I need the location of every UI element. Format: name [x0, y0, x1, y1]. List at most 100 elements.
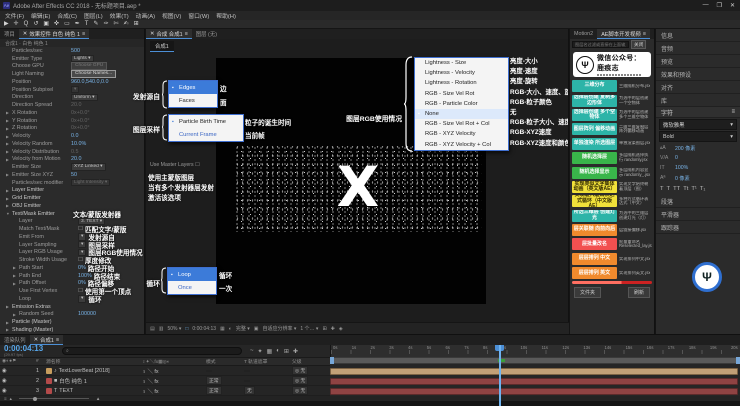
tool-icon[interactable]: ✜: [54, 20, 59, 28]
script-button[interactable]: 随机选择层: [572, 152, 617, 164]
current-time-display[interactable]: 0:00:04:13 (29.97 fps): [0, 345, 62, 357]
property-value[interactable]: Uniform ▾: [71, 94, 98, 102]
dropdown-option[interactable]: ▪ Loop: [168, 268, 216, 281]
effect-row[interactable]: ▶ Velocity from Motion 20.0: [0, 156, 144, 164]
folder-button[interactable]: 文件夹: [574, 287, 601, 298]
layer-row[interactable]: ◉ 1 ♪ TextLoverBeat [2018] ♀ ＼ fx ◎ 无: [0, 366, 330, 376]
horizontal-scrollbar[interactable]: [572, 281, 652, 284]
time-ruler[interactable]: 0s1s2s3s4s5s6s7s8s9s10s11s12s13s14s15s16…: [330, 345, 740, 357]
viewer-bar-item[interactable]: 50% ▾: [167, 326, 181, 332]
viewer-bar-item[interactable]: 1 个… ▾: [300, 325, 318, 332]
effect-row[interactable]: Choose GPU Choose GPU: [0, 63, 144, 71]
script-button[interactable]: 随机选择显示: [572, 167, 617, 179]
tab-effect-controls[interactable]: ✕ 效果控件 白色 纯色 1 ≡: [19, 29, 89, 39]
dock-panel-tab[interactable]: 跟踪器: [656, 221, 740, 234]
script-button[interactable]: 层层排列 中文: [572, 253, 617, 265]
dock-panel-tab[interactable]: 音频: [656, 42, 740, 55]
tab-project[interactable]: 项目: [0, 29, 19, 39]
property-value[interactable]: ☐: [78, 226, 83, 232]
maximize-button[interactable]: ❐: [717, 2, 722, 9]
panel-menu-icon[interactable]: ≡: [643, 31, 646, 37]
effect-row[interactable]: ▶ OBJ Emitter: [0, 202, 144, 210]
dock-panel-tab[interactable]: 预览: [656, 55, 740, 68]
style-toggle[interactable]: T: [660, 186, 664, 192]
style-toggle[interactable]: TT: [673, 186, 680, 192]
col-mode[interactable]: 模式: [204, 358, 242, 365]
menu-option[interactable]: RGB - XYZ Velocity + Col: [415, 140, 508, 150]
character-setting-row[interactable]: 🗚 200 像素: [656, 143, 740, 153]
character-setting-value[interactable]: 100%: [675, 165, 688, 171]
layer-name[interactable]: TEXT: [59, 388, 73, 394]
menu-option[interactable]: Lightness - Rotation: [415, 78, 508, 88]
tool-icon[interactable]: ↺: [33, 20, 38, 28]
character-setting-row[interactable]: V/A 0: [656, 153, 740, 163]
script-button[interactable]: 选择层创建 复制多边形体: [572, 95, 617, 107]
playhead[interactable]: [499, 345, 501, 406]
character-setting-value[interactable]: 200 像素: [675, 145, 695, 152]
effect-row[interactable]: Use First Vertex ☐ 使用第一个顶点: [0, 287, 144, 295]
effect-row[interactable]: Emitter Type Lights ▾: [0, 55, 144, 63]
timeline-toggle-icon[interactable]: ✚: [293, 348, 298, 355]
menu-option[interactable]: RGB - Size Vel Rot + Col: [415, 119, 508, 129]
layer-duration-bar[interactable]: [330, 388, 738, 395]
effect-row[interactable]: Particles/sec 500: [0, 47, 144, 55]
layer-name-cell[interactable]: ■ 白色 纯色 1: [44, 377, 140, 385]
property-value[interactable]: 960.0,540.0,0.0: [71, 79, 108, 85]
col-parent[interactable]: 父级: [290, 358, 330, 365]
property-value[interactable]: ▾: [71, 86, 79, 94]
tool-icon[interactable]: ✑: [103, 20, 108, 28]
layer-row[interactable]: ◉ 2 ■ 白色 纯色 1 ♀ ＼ fx 正常 ◎ 无: [0, 376, 330, 386]
effect-row[interactable]: Stroke Width Usage ☐ 厚度修改: [0, 256, 144, 264]
effect-row[interactable]: ▶ Path End 100% 路径结束: [0, 272, 144, 280]
viewer-bar-item[interactable]: 完整 ▾: [236, 325, 250, 332]
menu-item[interactable]: 窗口(W): [188, 11, 209, 20]
property-value[interactable]: Light Intensity ▾: [71, 179, 110, 187]
timeline-search-field[interactable]: ⌕: [62, 347, 242, 355]
effect-row[interactable]: ▼ Text/Mask Emitter 文本/蒙版发射器: [0, 210, 144, 218]
panel-menu-icon[interactable]: ≡: [731, 109, 735, 115]
script-button[interactable]: 层关联随 向前向后: [572, 224, 617, 236]
property-value[interactable]: 0x+0.0°: [71, 118, 90, 124]
panel-menu-icon[interactable]: ≡: [56, 337, 59, 343]
dock-panel-tab[interactable]: 段落: [656, 195, 740, 208]
menu-option[interactable]: RGB - Size Vel Rot: [415, 89, 508, 99]
loop-dropdown[interactable]: ▪ Loop Once: [167, 267, 217, 295]
tab-ae-script[interactable]: AE脚本开发视频 ≡: [597, 29, 650, 39]
effect-row[interactable]: Direction Spread 20.0: [0, 101, 144, 109]
col-trkmat[interactable]: T 轨道遮罩: [242, 358, 290, 365]
script-button[interactable]: 图层阵列 偏移动画: [572, 123, 617, 135]
layer-switches[interactable]: ♀ ＼ fx: [140, 367, 204, 375]
visibility-eye-icon[interactable]: ◉: [0, 368, 34, 374]
effect-row[interactable]: Emitter Size XYZ Linked ▾: [0, 163, 144, 171]
work-area-end-handle[interactable]: [736, 357, 740, 364]
viewer-bar-item[interactable]: ✚: [331, 326, 335, 332]
menu-option[interactable]: RGB - Particle Color: [415, 99, 508, 109]
layer-switches[interactable]: ♀ ＼ fx: [140, 387, 204, 395]
character-setting-value[interactable]: 0 像素: [675, 175, 690, 182]
tab-close-icon[interactable]: ✕: [23, 31, 28, 37]
refresh-button[interactable]: 刷新: [628, 287, 650, 298]
effect-row[interactable]: Layer RGB Usage ▾ 图层RGB使用情况: [0, 249, 144, 257]
menu-option[interactable]: Lightness - Velocity: [415, 68, 508, 78]
tool-icon[interactable]: Q: [24, 20, 29, 28]
property-value[interactable]: Choose GPU: [71, 62, 107, 70]
viewer-bar-item[interactable]: ⊞: [322, 326, 326, 332]
dropdown-option[interactable]: Faces: [169, 94, 217, 107]
menu-option[interactable]: RGB - XYZ Velocity: [415, 129, 508, 139]
close-filter-button[interactable]: 关闭: [631, 40, 646, 49]
close-button[interactable]: ✕: [730, 2, 735, 9]
layer-duration-bar[interactable]: [330, 368, 738, 375]
effect-row[interactable]: Loop ▾ 循环: [0, 295, 144, 303]
property-value[interactable]: ▾: [78, 295, 86, 303]
script-button[interactable]: 选择层创建 多个空物体: [572, 109, 617, 121]
property-value[interactable]: ☐: [78, 257, 83, 263]
dropdown-option[interactable]: Current Frame: [169, 128, 243, 141]
style-toggle[interactable]: Tt: [683, 186, 688, 192]
timeline-toggle-icon[interactable]: ~: [250, 348, 254, 355]
menu-item[interactable]: 编辑(E): [31, 11, 50, 20]
layer-duration-bar[interactable]: [330, 378, 738, 385]
visibility-eye-icon[interactable]: ◉: [0, 378, 34, 384]
script-button[interactable]: 层层排列 英文: [572, 267, 617, 279]
tab-motion2[interactable]: Motion2: [570, 29, 597, 39]
tool-icon[interactable]: ✎: [93, 20, 98, 28]
